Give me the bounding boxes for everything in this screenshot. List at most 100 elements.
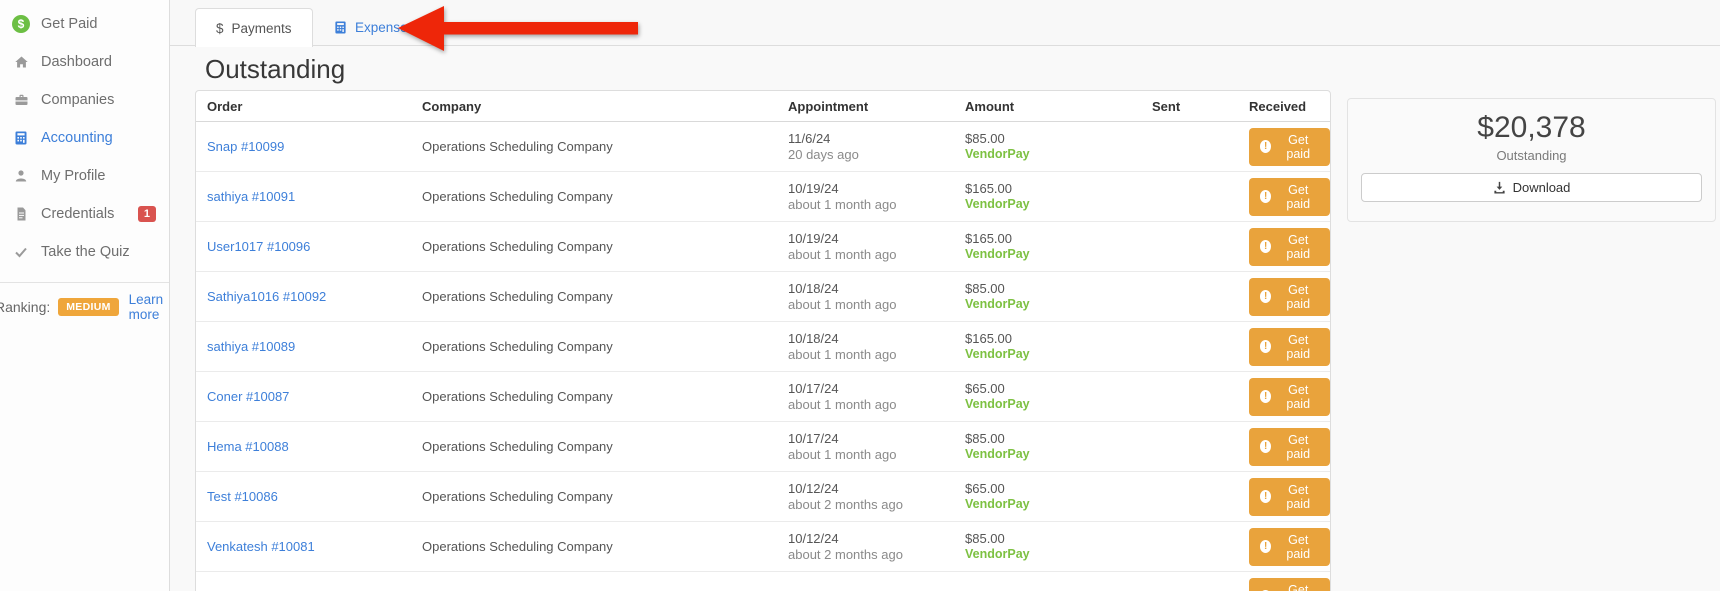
appointment-date: 10/17/24 [788, 431, 839, 446]
document-icon [11, 207, 31, 221]
appointment-relative-time: about 1 month ago [788, 446, 897, 462]
get-paid-button-label: Get paid [1286, 282, 1311, 311]
sidebar-item-my-profile[interactable]: My Profile [0, 157, 169, 195]
calculator-icon [11, 131, 31, 145]
user-icon [11, 169, 31, 183]
sidebar-item-take-the-quiz[interactable]: Take the Quiz [0, 233, 169, 271]
home-icon [11, 55, 31, 69]
appointment-relative-time: about 1 month ago [788, 246, 897, 262]
sidebar-item-label: Credentials [41, 206, 115, 222]
table-row: 10/12/24 $15,000.00 ! Get paid [196, 572, 1330, 591]
credentials-badge: 1 [137, 206, 156, 222]
column-header-received: Received [1249, 98, 1307, 114]
payment-method: VendorPay [965, 296, 1030, 311]
sidebar-item-label: Companies [41, 92, 115, 108]
get-paid-button[interactable]: ! Get paid [1249, 177, 1330, 216]
get-paid-button[interactable]: ! Get paid [1249, 277, 1330, 316]
table-row: sathiya #10091 Operations Scheduling Com… [196, 172, 1330, 222]
outstanding-total-label: Outstanding [1496, 148, 1567, 163]
appointment-date: 10/17/24 [788, 381, 839, 396]
table-row: User1017 #10096 Operations Scheduling Co… [196, 222, 1330, 272]
calculator-icon [334, 21, 347, 34]
sidebar-item-label: My Profile [41, 168, 106, 184]
table-row: Snap #10099 Operations Scheduling Compan… [196, 122, 1330, 172]
amount-value: $85.00 [965, 281, 1005, 296]
get-paid-button-label: Get paid [1286, 482, 1311, 511]
content-area: Outstanding Order Company Appointment Am… [170, 46, 1720, 591]
sidebar-item-companies[interactable]: Companies [0, 81, 169, 119]
ranking-label: Ranking: [0, 299, 51, 315]
company-name: Operations Scheduling Company [422, 139, 613, 154]
payment-method: VendorPay [965, 546, 1030, 561]
table-row: Coner #10087 Operations Scheduling Compa… [196, 372, 1330, 422]
payment-method: VendorPay [965, 196, 1030, 211]
order-link[interactable]: sathiya #10089 [207, 339, 295, 354]
amount-value: $85.00 [965, 431, 1005, 446]
table-row: Sathiya1016 #10092 Operations Scheduling… [196, 272, 1330, 322]
sidebar-item-dashboard[interactable]: Dashboard [0, 43, 169, 81]
company-name: Operations Scheduling Company [422, 389, 613, 404]
get-paid-button[interactable]: ! Get paid [1249, 327, 1330, 366]
outstanding-summary-card: $20,378 Outstanding Download [1347, 98, 1716, 222]
exclamation-circle-icon: ! [1260, 290, 1272, 303]
table-header-row: Order Company Appointment Amount Sent Re… [196, 91, 1330, 122]
get-paid-button[interactable]: ! Get paid [1249, 377, 1330, 416]
sidebar: $ Get Paid Dashboard Companies Accountin… [0, 0, 170, 591]
ranking-medium-badge: MEDIUM [58, 298, 119, 316]
get-paid-button[interactable]: ! Get paid [1249, 427, 1330, 466]
exclamation-circle-icon: ! [1260, 240, 1272, 253]
order-link[interactable]: Venkatesh #10081 [207, 539, 315, 554]
tab-expenses[interactable]: Expenses [314, 8, 434, 47]
table-row: Venkatesh #10081 Operations Scheduling C… [196, 522, 1330, 572]
check-icon [11, 245, 31, 259]
order-link[interactable]: User1017 #10096 [207, 239, 310, 254]
tab-bar: $ Payments Expenses [170, 0, 1720, 51]
company-name: Operations Scheduling Company [422, 439, 613, 454]
get-paid-button[interactable]: ! Get paid [1249, 127, 1330, 166]
appointment-date: 10/18/24 [788, 281, 839, 296]
exclamation-circle-icon: ! [1260, 540, 1272, 553]
table-row: Hema #10088 Operations Scheduling Compan… [196, 422, 1330, 472]
appointment-relative-time: about 1 month ago [788, 196, 897, 212]
appointment-relative-time: about 2 months ago [788, 496, 903, 512]
download-button-label: Download [1512, 180, 1571, 195]
get-paid-button[interactable]: ! Get paid [1249, 227, 1330, 266]
amount-value: $65.00 [965, 481, 1005, 496]
sidebar-item-get-paid[interactable]: $ Get Paid [0, 5, 169, 43]
order-link[interactable]: Snap #10099 [207, 139, 284, 154]
amount-value: $85.00 [965, 531, 1005, 546]
tab-payments[interactable]: $ Payments [195, 8, 313, 47]
dollar-circle-icon: $ [11, 15, 31, 33]
company-name: Operations Scheduling Company [422, 339, 613, 354]
page-title: Outstanding [205, 54, 346, 84]
learn-more-link[interactable]: Learn more [129, 292, 169, 322]
order-link[interactable]: Sathiya1016 #10092 [207, 289, 326, 304]
get-paid-button[interactable]: ! Get paid [1249, 527, 1330, 566]
sidebar-item-label: Take the Quiz [41, 244, 130, 260]
appointment-relative-time: about 1 month ago [788, 396, 897, 412]
amount-value: $165.00 [965, 181, 1012, 196]
company-name: Operations Scheduling Company [422, 239, 613, 254]
company-name: Operations Scheduling Company [422, 189, 613, 204]
payment-method: VendorPay [965, 246, 1030, 261]
exclamation-circle-icon: ! [1260, 490, 1272, 503]
download-button[interactable]: Download [1361, 173, 1702, 202]
order-link[interactable]: sathiya #10091 [207, 189, 295, 204]
tab-payments-label: Payments [231, 20, 292, 36]
get-paid-button[interactable]: ! Get paid [1249, 477, 1330, 516]
sidebar-item-accounting[interactable]: Accounting [0, 119, 169, 157]
order-link[interactable]: Test #10086 [207, 489, 278, 504]
sidebar-item-credentials[interactable]: Credentials 1 [0, 195, 169, 233]
get-paid-button[interactable]: ! Get paid [1249, 577, 1330, 591]
exclamation-circle-icon: ! [1260, 140, 1272, 153]
column-header-company: Company [422, 98, 482, 114]
get-paid-button-label: Get paid [1286, 182, 1311, 211]
appointment-date: 10/18/24 [788, 331, 839, 346]
order-link[interactable]: Coner #10087 [207, 389, 289, 404]
payment-method: VendorPay [965, 346, 1030, 361]
order-link[interactable]: Hema #10088 [207, 439, 289, 454]
appointment-date: 10/19/24 [788, 231, 839, 246]
column-header-amount: Amount [965, 98, 1015, 114]
sidebar-item-label: Get Paid [41, 16, 98, 32]
outstanding-table: Order Company Appointment Amount Sent Re… [195, 90, 1331, 591]
